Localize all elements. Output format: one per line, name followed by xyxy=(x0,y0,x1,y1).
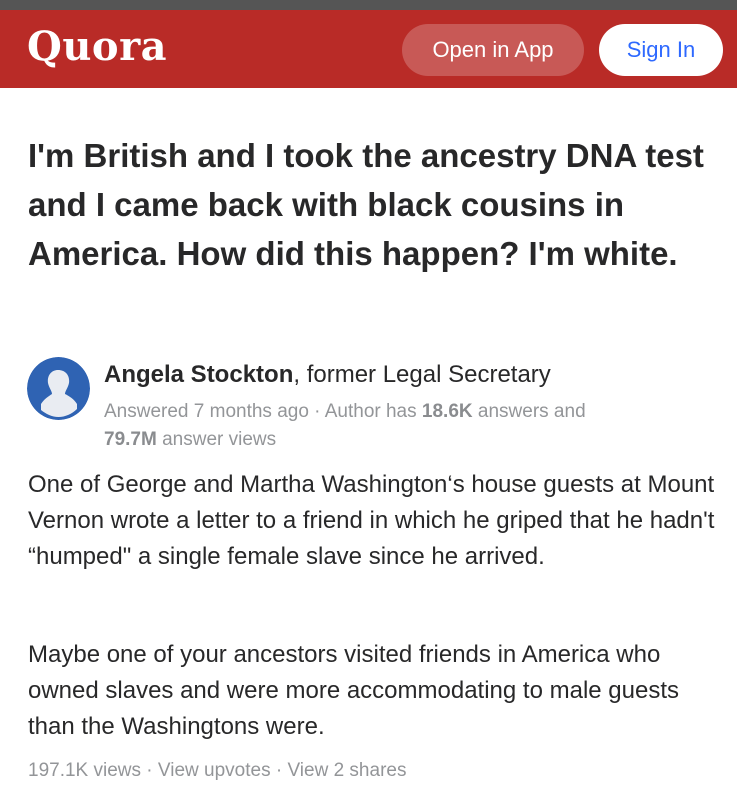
top-header: Quora Open in App Sign In xyxy=(0,10,737,88)
author-name[interactable]: Angela Stockton xyxy=(104,361,293,388)
open-in-app-button[interactable]: Open in App xyxy=(402,24,584,76)
views-suffix: answer views xyxy=(156,429,277,450)
view-upvotes-link[interactable]: View upvotes xyxy=(158,760,271,781)
separator: · xyxy=(141,760,158,781)
sign-in-button[interactable]: Sign In xyxy=(599,24,723,76)
answers-count: 18.6K xyxy=(421,401,473,422)
view-shares-link[interactable]: View 2 shares xyxy=(287,760,406,781)
separator: · xyxy=(270,760,288,781)
answered-date: Answered 7 months ago · Author has xyxy=(104,401,422,422)
status-bar-strip xyxy=(0,0,737,10)
answer-paragraph: Maybe one of your ancestors visited frie… xyxy=(28,641,679,740)
question-title[interactable]: I'm British and I took the ancestry DNA … xyxy=(28,131,718,278)
avatar[interactable] xyxy=(27,357,90,420)
views-count: 79.7M xyxy=(104,429,157,450)
author-line: Angela Stockton, former Legal Secretary xyxy=(104,361,551,389)
answer-footer: 197.1K views · View upvotes · View 2 sha… xyxy=(28,760,406,782)
author-credential: , former Legal Secretary xyxy=(293,361,551,388)
views-count-footer: 197.1K views xyxy=(28,760,142,781)
answers-suffix: answers and xyxy=(472,401,586,422)
answer-paragraph: One of George and Martha Washington‘s ho… xyxy=(28,471,715,570)
profile-silhouette-icon xyxy=(27,357,90,420)
quora-logo[interactable]: Quora xyxy=(27,23,167,70)
author-meta: Answered 7 months ago · Author has 18.6K… xyxy=(104,398,704,454)
